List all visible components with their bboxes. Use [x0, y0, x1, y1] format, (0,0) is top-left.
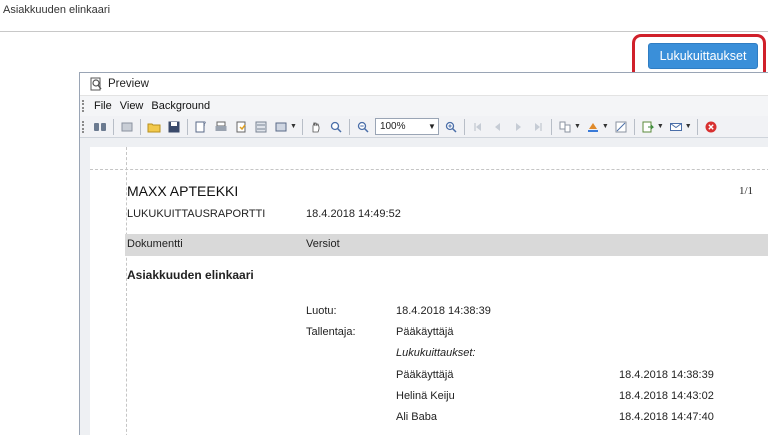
email-icon[interactable]	[667, 118, 685, 136]
toolbar-separator	[633, 118, 635, 135]
magnifier-icon[interactable]	[327, 118, 345, 136]
toolbar-separator	[140, 118, 141, 135]
saver-value: Pääkäyttäjä	[396, 326, 454, 338]
print-icon[interactable]	[212, 118, 230, 136]
toolbar-separator	[550, 118, 552, 135]
report-name: LUKUKUITTAUSRAPORTTI	[127, 208, 266, 220]
quick-print-icon[interactable]	[232, 118, 250, 136]
zoom-select[interactable]: 100% ▼	[374, 118, 439, 135]
export-icon[interactable]	[639, 118, 657, 136]
first-page-icon[interactable]	[469, 118, 487, 136]
last-page-icon[interactable]	[529, 118, 547, 136]
background-color-icon[interactable]	[584, 118, 602, 136]
toolbar-separator	[113, 118, 114, 135]
chevron-down-icon[interactable]: ▼	[685, 123, 692, 130]
preview-window: Preview File View Background ? ▼ 100% ▼	[79, 72, 768, 435]
column-header-versions: Versiot	[306, 238, 340, 250]
find-icon[interactable]	[91, 118, 109, 136]
receipt-time: 18.4.2018 14:38:39	[619, 369, 714, 381]
chevron-down-icon[interactable]: ▼	[574, 123, 581, 130]
preview-app-icon	[88, 77, 103, 92]
toolbar-grip	[82, 120, 86, 133]
chevron-down-icon[interactable]: ▼	[602, 123, 609, 130]
receipt-name: Helinä Keiju	[396, 390, 455, 402]
next-page-icon[interactable]	[509, 118, 527, 136]
menu-file[interactable]: File	[90, 100, 116, 112]
saver-label: Tallentaja:	[306, 326, 356, 338]
menu-background[interactable]: Background	[147, 100, 214, 112]
save-icon[interactable]	[165, 118, 183, 136]
column-header-band: Dokumentti Versiot	[125, 234, 768, 256]
toolbar-separator	[696, 118, 698, 135]
toolbar-separator	[301, 118, 303, 135]
menu-grip	[82, 100, 86, 112]
read-receipts-button[interactable]: Lukukuittaukset	[648, 43, 758, 69]
scale-icon[interactable]	[272, 118, 290, 136]
close-icon[interactable]	[702, 118, 720, 136]
margin-guide-horizontal	[90, 169, 768, 170]
toolbar-separator	[463, 118, 465, 135]
multiple-pages-icon[interactable]	[556, 118, 574, 136]
toolbar: ? ▼ 100% ▼ ▼ ▼ ▼ ▼	[80, 116, 768, 138]
preview-window-title: Preview	[108, 78, 149, 90]
created-value: 18.4.2018 14:38:39	[396, 305, 491, 317]
zoom-out-icon[interactable]	[354, 118, 372, 136]
document-name: Asiakkuuden elinkaari	[127, 268, 254, 282]
menu-view[interactable]: View	[116, 100, 148, 112]
receipt-name: Pääkäyttäjä	[396, 369, 454, 381]
toolbar-separator	[348, 118, 350, 135]
watermark-icon[interactable]	[612, 118, 630, 136]
chevron-down-icon[interactable]: ▼	[657, 123, 664, 130]
page-setup-icon[interactable]: ?	[192, 118, 210, 136]
preview-titlebar: Preview	[80, 73, 768, 96]
receipt-name: Ali Baba	[396, 411, 437, 423]
menu-bar: File View Background	[80, 96, 768, 116]
report-page: MAXX APTEEKKI 1/1 LUKUKUITTAUSRAPORTTI 1…	[90, 147, 768, 435]
hand-tool-icon[interactable]	[307, 118, 325, 136]
receipt-time: 18.4.2018 14:47:40	[619, 411, 714, 423]
receipt-time: 18.4.2018 14:43:02	[619, 390, 714, 402]
receipts-label: Lukukuittaukset:	[396, 347, 476, 359]
open-folder-icon[interactable]	[145, 118, 163, 136]
report-page-number: 1/1	[739, 185, 754, 197]
chevron-down-icon: ▼	[428, 122, 436, 131]
chevron-down-icon[interactable]: ▼	[290, 123, 297, 130]
parameters-icon[interactable]	[118, 118, 136, 136]
created-label: Luotu:	[306, 305, 337, 317]
report-company: MAXX APTEEKKI	[127, 183, 239, 199]
previous-page-icon[interactable]	[489, 118, 507, 136]
column-header-document: Dokumentti	[127, 238, 183, 250]
zoom-in-icon[interactable]	[442, 118, 460, 136]
report-area[interactable]: MAXX APTEEKKI 1/1 LUKUKUITTAUSRAPORTTI 1…	[80, 139, 768, 435]
page-title: Asiakkuuden elinkaari	[3, 4, 111, 16]
svg-text:?: ?	[203, 121, 206, 128]
report-date: 18.4.2018 14:49:52	[306, 208, 401, 220]
header-footer-icon[interactable]	[252, 118, 270, 136]
toolbar-separator	[187, 118, 188, 135]
page-divider	[0, 31, 768, 32]
zoom-value: 100%	[379, 121, 406, 132]
